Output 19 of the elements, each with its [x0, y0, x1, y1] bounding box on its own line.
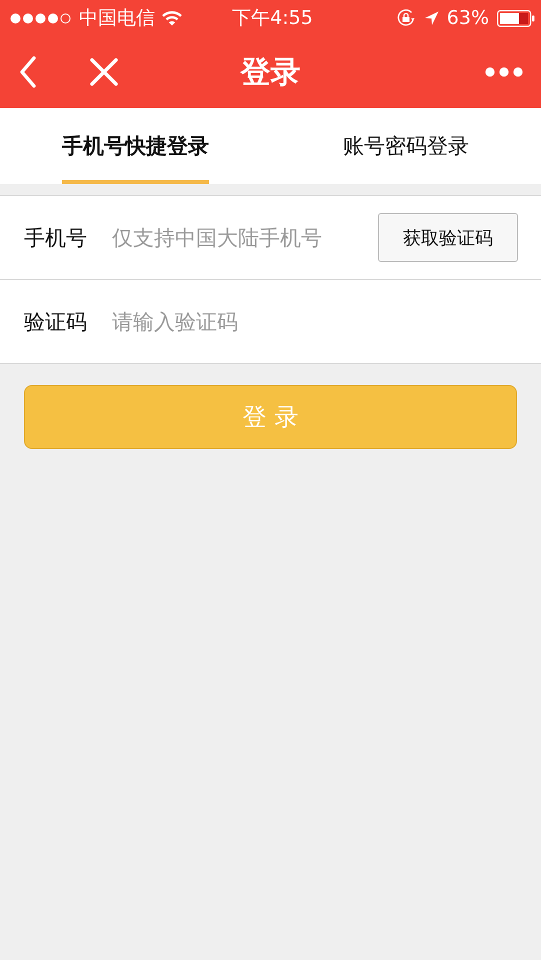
close-icon[interactable] — [90, 58, 118, 86]
battery-percent: 63% — [446, 7, 490, 29]
login-tab[interactable]: 账号密码登录 — [342, 108, 469, 184]
carrier-name: 中国电信 — [79, 6, 155, 31]
back-icon[interactable] — [18, 56, 38, 88]
status-time: 下午4:55 — [232, 6, 313, 31]
rotation-lock-icon — [396, 8, 416, 28]
signal-icon — [10, 12, 72, 24]
get-code-button[interactable]: 获取验证码 — [378, 213, 518, 262]
location-arrow-icon — [424, 10, 439, 26]
field-label: 手机号 — [24, 224, 88, 252]
input-field[interactable]: 仅支持中国大陆手机号 — [110, 224, 378, 250]
login-tab[interactable]: 手机号快捷登录 — [62, 108, 209, 184]
more-icon[interactable] — [485, 67, 523, 77]
battery-icon — [497, 10, 536, 26]
input-field[interactable]: 请输入验证码 — [110, 308, 518, 334]
wifi-icon — [162, 10, 182, 26]
field-label: 验证码 — [24, 308, 88, 336]
page-title: 登录 — [240, 54, 300, 92]
